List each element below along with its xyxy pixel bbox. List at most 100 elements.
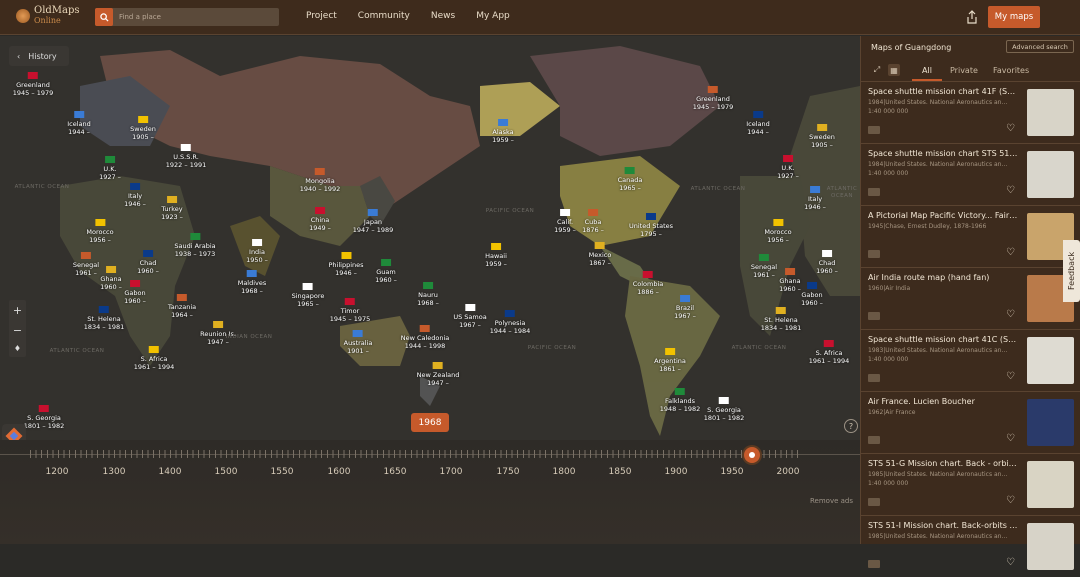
country-label[interactable]: Saudi Arabia 1938 – 1973 [174, 233, 216, 258]
nav-project[interactable]: Project [306, 11, 337, 21]
map-thumbnail[interactable] [1027, 399, 1074, 446]
country-label[interactable]: S. Africa 1961 – 1994 [134, 346, 174, 371]
country-label[interactable]: Greenland 1945 – 1979 [13, 72, 53, 97]
country-label[interactable]: Iceland 1944 – [746, 111, 770, 136]
map-list-item[interactable]: Space shuttle mission chart 41F (STS… 198… [861, 81, 1080, 143]
map-list-item[interactable]: Space shuttle mission chart 41C (ST… 1983… [861, 329, 1080, 391]
heart-icon[interactable]: ♡ [1006, 433, 1015, 444]
country-label[interactable]: St. Helena 1834 – 1981 [761, 307, 801, 332]
country-label[interactable]: Gabon 1960 – [801, 282, 823, 307]
timeline-year-label[interactable]: 1200 [46, 467, 69, 477]
country-label[interactable]: Gabon 1960 – [124, 280, 146, 305]
nav-news[interactable]: News [431, 11, 455, 21]
country-label[interactable]: Iceland 1944 – [67, 111, 91, 136]
timeline-year-label[interactable]: 1950 [721, 467, 744, 477]
tab-favorites[interactable]: Favorites [993, 66, 1029, 75]
country-label[interactable]: Senegal 1961 – [751, 254, 777, 279]
country-label[interactable]: Turkey 1923 – [161, 196, 183, 221]
collapse-icon[interactable]: ⤢ [871, 64, 883, 76]
map-view-icon[interactable]: ▦ [888, 64, 900, 76]
timeline-slider[interactable]: 1200 1300 1400 1500 1550 1600 1650 1700 1750 1800… [0, 440, 860, 544]
country-label[interactable]: Italy 1946 – [124, 183, 146, 208]
country-label[interactable]: Guam 1960 – [375, 259, 397, 284]
timeline-year-label[interactable]: 1700 [440, 467, 463, 477]
country-label[interactable]: Argentina 1861 – [654, 348, 686, 373]
timeline-year-label[interactable]: 1650 [384, 467, 407, 477]
search-input[interactable] [113, 13, 273, 21]
heart-icon[interactable]: ♡ [1006, 557, 1015, 568]
map-list-item[interactable]: STS 51-G Mission chart. Back - orbits… 19… [861, 453, 1080, 515]
country-label[interactable]: Tanzania 1964 – [168, 294, 196, 319]
country-label[interactable]: St. Helena 1834 – 1981 [84, 306, 124, 331]
country-label[interactable]: U.S.S.R. 1922 – 1991 [166, 144, 206, 169]
country-label[interactable]: Chad 1960 – [816, 250, 838, 275]
timeline-year-label[interactable]: 2000 [777, 467, 800, 477]
tab-private[interactable]: Private [950, 66, 978, 75]
country-label[interactable]: Greenland 1945 – 1979 [693, 86, 733, 111]
search-icon[interactable] [95, 8, 113, 26]
country-label[interactable]: U.K. 1927 – [777, 155, 799, 180]
map-list-item[interactable]: Space shuttle mission chart STS 51-… 1984… [861, 143, 1080, 205]
timeline-year-label[interactable]: 1750 [497, 467, 520, 477]
country-label[interactable]: Morocco 1956 – [86, 219, 114, 244]
country-label[interactable]: US Samoa 1967 – [453, 304, 487, 329]
country-label[interactable]: Italy 1946 – [804, 186, 826, 211]
country-label[interactable]: China 1949 – [309, 207, 331, 232]
my-maps-button[interactable]: My maps [988, 6, 1040, 28]
timeline-year-label[interactable]: 1850 [609, 467, 632, 477]
logo[interactable]: OldMaps Online [16, 6, 80, 25]
country-label[interactable]: Ghana 1960 – [100, 266, 122, 291]
zoom-in-button[interactable]: + [13, 304, 22, 317]
history-button[interactable]: ‹ History [9, 46, 69, 66]
country-label[interactable]: S. Georgia 1801 – 1982 [24, 405, 64, 430]
country-label[interactable]: New Zealand 1947 – [417, 362, 459, 387]
search-box[interactable] [95, 8, 279, 26]
heart-icon[interactable]: ♡ [1006, 495, 1015, 506]
advanced-search-button[interactable]: Advanced search [1006, 40, 1074, 53]
timeline-knob[interactable] [744, 447, 760, 463]
heart-icon[interactable]: ♡ [1006, 309, 1015, 320]
heart-icon[interactable]: ♡ [1006, 371, 1015, 382]
remove-ads-link[interactable]: Remove ads [810, 497, 853, 505]
map-thumbnail[interactable] [1027, 337, 1074, 384]
country-label[interactable]: Alaska 1959 – [492, 119, 514, 144]
country-label[interactable]: Mexico 1867 – [589, 242, 611, 267]
country-label[interactable]: Chad 1960 – [137, 250, 159, 275]
map-list-item[interactable]: Air India route map (hand fan) 1960|Air I… [861, 267, 1080, 329]
country-label[interactable]: Morocco 1956 – [764, 219, 792, 244]
country-label[interactable]: Hawaii 1959 – [485, 243, 507, 268]
country-label[interactable]: S. Africa 1961 – 1994 [809, 340, 849, 365]
country-label[interactable]: Philippines 1946 – [328, 252, 364, 277]
country-label[interactable]: S. Georgia 1801 – 1982 [704, 397, 744, 422]
share-icon[interactable] [966, 10, 978, 24]
country-label[interactable]: Brazil 1967 – [674, 295, 696, 320]
help-icon[interactable]: ? [844, 419, 858, 433]
timeline-year-label[interactable]: 1300 [103, 467, 126, 477]
country-label[interactable]: Singapore 1965 – [292, 283, 324, 308]
country-label[interactable]: Ghana 1960 – [779, 268, 801, 293]
feedback-button[interactable]: Feedback [1063, 240, 1080, 302]
timeline-year-label[interactable]: 1600 [328, 467, 351, 477]
country-label[interactable]: Canada 1965 – [618, 167, 642, 192]
map-thumbnail[interactable] [1027, 523, 1074, 570]
nav-community[interactable]: Community [358, 11, 410, 21]
country-label[interactable]: Falklands 1948 – 1982 [660, 388, 700, 413]
zoom-out-button[interactable]: − [13, 324, 22, 337]
country-label[interactable]: Maldives 1968 – [238, 270, 266, 295]
country-label[interactable]: Timor 1945 – 1975 [330, 298, 370, 323]
country-label[interactable]: Senegal 1961 – [73, 252, 99, 277]
map-list-item[interactable]: Air France. Lucien Boucher 1962|Air Franc… [861, 391, 1080, 453]
map-list-item[interactable]: STS 51-I Mission chart. Back-orbits 8… 19… [861, 515, 1080, 577]
nav-my-app[interactable]: My App [476, 11, 510, 21]
map-thumbnail[interactable] [1027, 461, 1074, 508]
country-label[interactable]: Sweden 1905 – [130, 116, 156, 141]
heart-icon[interactable]: ♡ [1006, 123, 1015, 134]
map-thumbnail[interactable] [1027, 151, 1074, 198]
country-label[interactable]: Nauru 1968 – [417, 282, 439, 307]
heart-icon[interactable]: ♡ [1006, 247, 1015, 258]
timeline-year-label[interactable]: 1550 [271, 467, 294, 477]
country-label[interactable]: Colombia 1886 – [633, 271, 663, 296]
country-label[interactable]: Japan 1947 – 1989 [353, 209, 393, 234]
timeline-year-label[interactable]: 1400 [159, 467, 182, 477]
country-label[interactable]: Sweden 1905 – [809, 124, 835, 149]
